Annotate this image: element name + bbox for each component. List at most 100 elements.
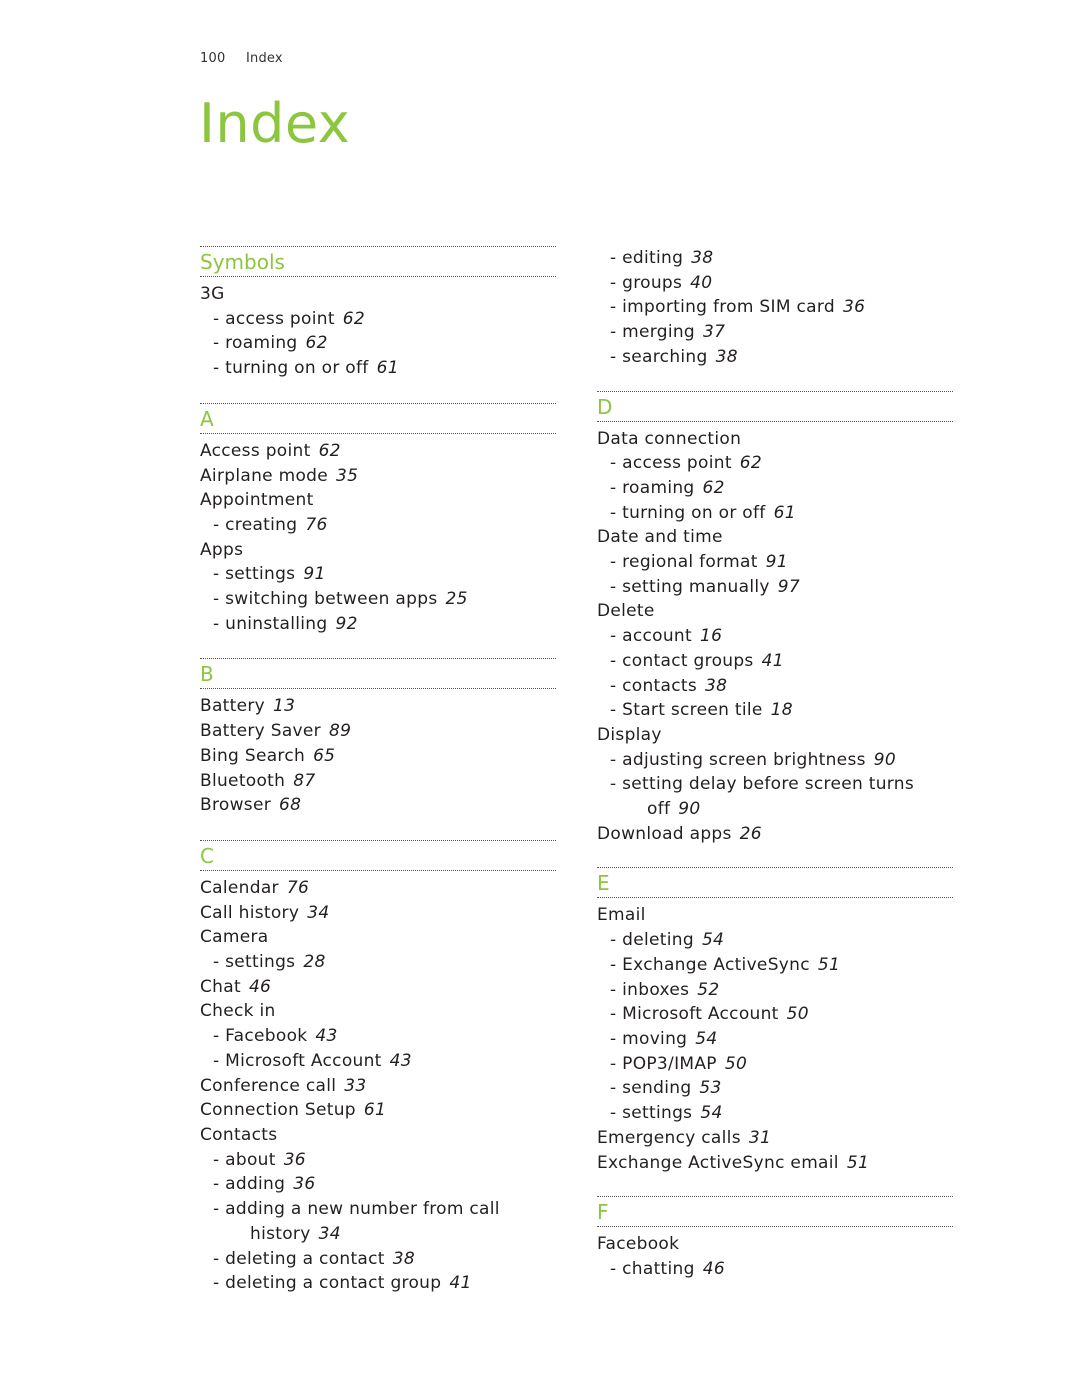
page-number: 100 <box>200 51 226 66</box>
index-subentry: - Facebook 43 <box>200 1024 556 1049</box>
entry-term: Bing Search <box>200 745 306 766</box>
page-reference-link[interactable]: 50 <box>725 1054 747 1074</box>
section-heading: B <box>200 658 556 690</box>
index-subentry: - POP3/IMAP 50 <box>597 1052 953 1077</box>
page-reference-link[interactable]: 62 <box>740 453 762 473</box>
page-reference-link[interactable]: 50 <box>787 1004 809 1024</box>
page-reference-link[interactable]: 41 <box>449 1273 471 1293</box>
entry-term: - adjusting screen brightness <box>610 749 866 770</box>
page-reference-link[interactable]: 91 <box>303 564 325 584</box>
index-subentry: - settings 91 <box>200 562 556 587</box>
entry-term: - switching between apps <box>213 589 438 610</box>
index-subentry: - Start screen tile 18 <box>597 698 953 723</box>
section-letter: F <box>597 1200 609 1225</box>
page-reference-link[interactable]: 61 <box>364 1100 386 1120</box>
page-reference-link[interactable]: 46 <box>249 977 271 997</box>
page-reference-link[interactable]: 41 <box>762 651 784 671</box>
page-reference-link[interactable]: 37 <box>703 322 725 342</box>
page-reference-link[interactable]: 34 <box>319 1224 341 1244</box>
page-reference-link[interactable]: 54 <box>700 1103 722 1123</box>
page-reference-link[interactable]: 38 <box>716 347 738 367</box>
index-subentry: - adding a new number from call history 34 <box>200 1197 556 1246</box>
index-subentry: - Exchange ActiveSync 51 <box>597 953 953 978</box>
index-entry: Delete <box>597 599 953 624</box>
page-reference-link[interactable]: 90 <box>874 750 896 770</box>
page-reference-link[interactable]: 18 <box>771 700 793 720</box>
page-reference-link[interactable]: 28 <box>303 952 325 972</box>
entry-term: - deleting <box>610 930 694 951</box>
page-reference-link[interactable]: 62 <box>306 333 328 353</box>
section-letter: D <box>597 394 613 419</box>
index-entry: Data connection <box>597 427 953 452</box>
entry-term: - editing <box>610 248 684 268</box>
page-reference-link[interactable]: 65 <box>313 746 335 766</box>
page-reference-link[interactable]: 46 <box>703 1259 725 1279</box>
entry-continuation-text: history <box>250 1223 311 1244</box>
index-entry: Display <box>597 723 953 748</box>
entry-term: - chatting <box>610 1258 695 1279</box>
page-reference-link[interactable]: 34 <box>307 903 329 923</box>
index-section: Symbols 3G - access point 62 - roaming 62 - tu… <box>200 246 556 381</box>
page-reference-link[interactable]: 97 <box>778 577 800 597</box>
page-reference-link[interactable]: 62 <box>343 309 365 329</box>
index-entry: Exchange ActiveSync email 51 <box>597 1151 953 1176</box>
index-section: F Facebook - chatting 46 <box>597 1196 953 1281</box>
page-reference-link[interactable]: 16 <box>700 626 722 646</box>
page-reference-link[interactable]: 54 <box>695 1029 717 1049</box>
page-reference-link[interactable]: 87 <box>293 771 315 791</box>
page-reference-link[interactable]: 31 <box>749 1128 771 1148</box>
page-reference-link[interactable]: 92 <box>335 614 357 634</box>
index-subentry: - deleting a contact group 41 <box>200 1271 556 1296</box>
page-reference-link[interactable]: 38 <box>705 676 727 696</box>
entry-term: Delete <box>597 601 655 622</box>
page-reference-link[interactable]: 89 <box>329 721 351 741</box>
page-reference-link[interactable]: 51 <box>847 1153 869 1173</box>
entry-term: 3G <box>200 284 225 304</box>
entry-term: - merging <box>610 322 696 343</box>
page-reference-link[interactable]: 91 <box>766 552 788 572</box>
page-reference-link[interactable]: 54 <box>702 930 724 950</box>
page-reference-link[interactable]: 62 <box>703 478 725 498</box>
page-reference-link[interactable]: 76 <box>305 515 327 535</box>
entry-term: - account <box>610 626 692 647</box>
entry-term: - deleting a contact group <box>213 1273 442 1294</box>
page-reference-link[interactable]: 33 <box>344 1076 366 1096</box>
entry-term: Appointment <box>200 490 314 511</box>
page-reference-link[interactable]: 38 <box>393 1249 415 1269</box>
page-reference-link[interactable]: 43 <box>315 1026 337 1046</box>
page-reference-link[interactable]: 52 <box>697 980 719 1000</box>
entry-continuation: history 34 <box>213 1222 556 1247</box>
page-reference-link[interactable]: 68 <box>279 795 301 815</box>
page-reference-link[interactable]: 76 <box>287 878 309 898</box>
page-reference-link[interactable]: 38 <box>691 248 713 268</box>
index-entry: Date and time <box>597 525 953 550</box>
entry-term: Calendar <box>200 877 279 898</box>
page-reference-link[interactable]: 36 <box>284 1150 306 1170</box>
index-subentry: - settings 28 <box>200 950 556 975</box>
page-reference-link[interactable]: 51 <box>818 955 840 975</box>
page-reference-link[interactable]: 90 <box>678 799 700 819</box>
index-entry: 3G <box>200 282 556 307</box>
page-reference-link[interactable]: 53 <box>699 1078 721 1098</box>
page-reference-link[interactable]: 25 <box>445 589 467 609</box>
index-subentry: - moving 54 <box>597 1027 953 1052</box>
entry-term: - settings <box>610 1103 693 1124</box>
index-entry: Browser 68 <box>200 793 556 818</box>
page-reference-link[interactable]: 62 <box>319 441 341 461</box>
index-subentry: - Microsoft Account 43 <box>200 1049 556 1074</box>
page-reference-link[interactable]: 36 <box>843 297 865 317</box>
page-reference-link[interactable]: 61 <box>377 358 399 378</box>
page-reference-link[interactable]: 13 <box>273 696 295 716</box>
entry-term: Email <box>597 905 646 926</box>
index-subentry: - chatting 46 <box>597 1257 953 1282</box>
index-subentry: - access point 62 <box>200 307 556 332</box>
page-reference-link[interactable]: 43 <box>390 1051 412 1071</box>
page-reference-link[interactable]: 61 <box>774 503 796 523</box>
index-subentry: - creating 76 <box>200 513 556 538</box>
entry-term: - Facebook <box>213 1026 308 1047</box>
page-reference-link[interactable]: 26 <box>740 824 762 844</box>
page-reference-link[interactable]: 36 <box>293 1174 315 1194</box>
page-reference-link[interactable]: 35 <box>336 466 358 486</box>
page-reference-link[interactable]: 40 <box>690 273 712 293</box>
